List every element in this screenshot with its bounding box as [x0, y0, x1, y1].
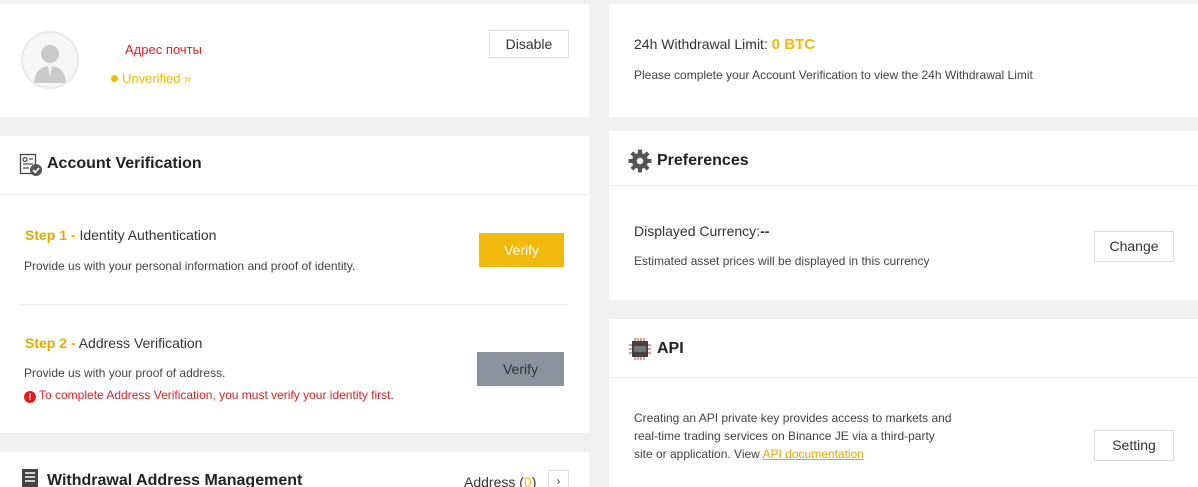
warning-icon: !: [24, 391, 36, 403]
divider: [609, 185, 1198, 186]
step1-number: Step 1 -: [25, 227, 76, 243]
api-description-line3: site or application. View API documentat…: [634, 447, 864, 461]
step2-heading: Step 2 - Address Verification: [25, 335, 202, 351]
address-count: Address (0): [464, 474, 536, 487]
avatar[interactable]: [21, 31, 79, 89]
withdrawal-limit-description: Please complete your Account Verificatio…: [634, 68, 1033, 82]
api-description-line3-text: site or application. View: [634, 447, 763, 461]
account-verification-card: Account Verification Step 1 - Identity A…: [0, 136, 589, 433]
email-label: Адрес почты: [125, 42, 202, 57]
api-title: API: [657, 340, 684, 357]
status-dot-icon: [111, 75, 118, 82]
step-divider: [19, 304, 568, 305]
step1-heading: Step 1 - Identity Authentication: [25, 227, 216, 243]
gear-icon: [628, 149, 652, 173]
step2-number: Step 2 -: [25, 335, 76, 351]
api-description-line2: real-time trading services on Binance JE…: [634, 429, 935, 443]
step1-description: Provide us with your personal informatio…: [24, 259, 356, 273]
withdrawal-limit-card: 24h Withdrawal Limit: 0 BTC Please compl…: [609, 4, 1198, 117]
address-chevron-button[interactable]: ›: [548, 470, 569, 487]
account-verification-title: Account Verification: [47, 155, 202, 172]
withdrawal-limit-label: 24h Withdrawal Limit:: [634, 36, 768, 52]
withdrawal-limit: 24h Withdrawal Limit: 0 BTC: [634, 36, 815, 53]
status-text: Unverified »: [122, 71, 192, 86]
withdrawal-limit-value: 0 BTC: [771, 36, 816, 53]
change-currency-button[interactable]: Change: [1094, 231, 1174, 262]
api-documentation-link[interactable]: API documentation: [763, 447, 864, 461]
address-label: Address (: [464, 474, 524, 487]
displayed-currency-value: --: [760, 223, 770, 239]
step1-verify-button[interactable]: Verify: [479, 233, 564, 267]
address-count-value: 0: [523, 474, 532, 487]
displayed-currency-label: Displayed Currency:: [634, 223, 761, 239]
preferences-card: Preferences Displayed Currency:-- Estima…: [609, 131, 1198, 300]
step2-description: Provide us with your proof of address.: [24, 366, 226, 380]
step2-verify-button[interactable]: Verify: [477, 352, 564, 386]
displayed-currency: Displayed Currency:--: [634, 223, 769, 239]
address-close: ): [531, 474, 537, 487]
profile-card: Адрес почты Unverified » Disable: [0, 4, 589, 117]
withdrawal-address-card: Withdrawal Address Management Address (0…: [0, 452, 589, 487]
disable-button[interactable]: Disable: [489, 30, 569, 58]
step2-warning-text: To complete Address Verification, you mu…: [39, 388, 394, 402]
id-card-icon: [19, 153, 42, 176]
chevron-right-icon: ›: [556, 474, 561, 487]
user-silhouette-icon: [34, 45, 66, 83]
preferences-description: Estimated asset prices will be displayed…: [634, 254, 930, 268]
divider: [0, 194, 589, 195]
api-setting-button[interactable]: Setting: [1094, 430, 1174, 461]
step2-name: Address Verification: [78, 335, 203, 351]
api-card: API Creating an API private key provides…: [609, 319, 1198, 487]
verification-status[interactable]: Unverified »: [111, 71, 191, 86]
step1-name: Identity Authentication: [79, 227, 217, 243]
divider: [609, 377, 1198, 378]
api-description-line1: Creating an API private key provides acc…: [634, 411, 952, 425]
withdrawal-address-title: Withdrawal Address Management: [47, 472, 303, 487]
preferences-title: Preferences: [657, 152, 749, 169]
api-chip-icon: [629, 338, 651, 360]
step2-warning: ! To complete Address Verification, you m…: [24, 388, 394, 403]
list-document-icon: [22, 469, 38, 487]
